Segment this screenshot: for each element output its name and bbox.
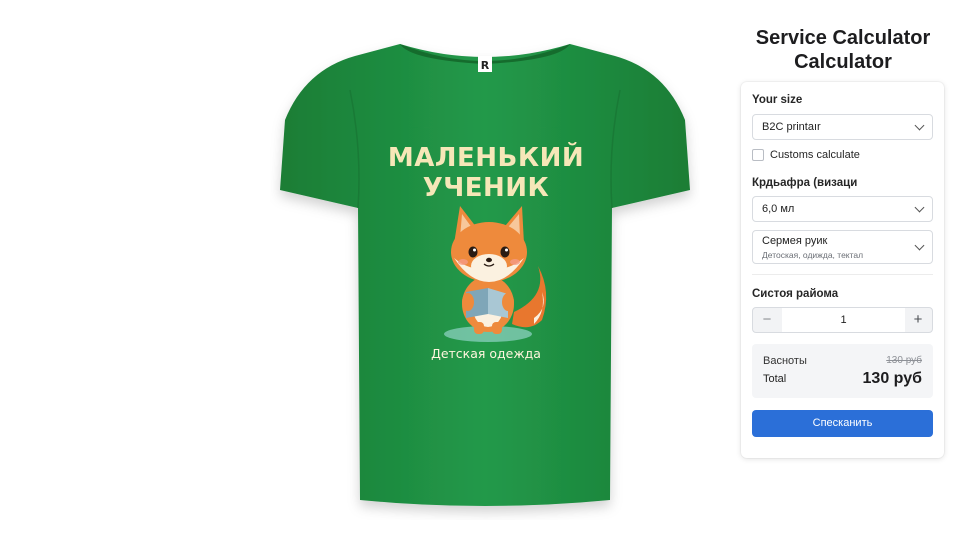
product-image-area: R МАЛЕНЬКИЙ УЧЕНИК Детская одежда	[0, 0, 730, 540]
size-select-value: B2C printaır	[762, 121, 821, 133]
customs-checkbox[interactable]	[752, 149, 764, 161]
customs-checkbox-row[interactable]: Customs calculate	[752, 148, 860, 162]
divider	[752, 274, 933, 275]
calculator-title-line1: Service Calculator	[755, 27, 931, 49]
print-title-line2: УЧЕНИК	[422, 173, 550, 203]
chevron-down-icon	[914, 120, 925, 131]
category-select-subtext: Детоская, одижда, тектал	[762, 250, 864, 260]
submit-button[interactable]: Спесканить	[752, 410, 933, 437]
quantity-stepper: − 1 +	[752, 307, 933, 333]
total-label: Total	[763, 373, 787, 385]
size-select[interactable]: B2C printaır	[752, 114, 933, 140]
size-label: Your size	[752, 94, 803, 106]
chevron-down-icon	[914, 202, 925, 213]
quantity-label: Систоя райома	[752, 288, 839, 300]
calculator-title: Service Calculator Calculator	[742, 26, 944, 74]
category-select-value: Сермея руик	[762, 235, 828, 247]
subtotal-label: Васноты	[763, 355, 807, 367]
print-caption: Детская одежда	[431, 346, 541, 361]
svg-text:R: R	[481, 59, 490, 72]
print-title-line1: МАЛЕНЬКИЙ	[387, 143, 585, 173]
total-price: 130 руб	[862, 370, 922, 387]
increment-button[interactable]: +	[904, 308, 932, 332]
customs-checkbox-label: Customs calculate	[770, 149, 860, 161]
calculator-title-line2: Calculator	[794, 51, 892, 73]
option-select[interactable]: 6,0 мл	[752, 196, 933, 222]
chevron-down-icon	[914, 240, 925, 251]
print-title: МАЛЕНЬКИЙ УЧЕНИК	[380, 143, 592, 203]
fox-illustration	[444, 206, 547, 342]
option-label: Крдьафра (визаци	[752, 177, 858, 189]
decrement-button[interactable]: −	[753, 308, 781, 332]
option-select-value: 6,0 мл	[762, 203, 795, 215]
category-select[interactable]: Сермея руик Детоская, одижда, тектал	[752, 230, 933, 264]
quantity-input[interactable]: 1	[782, 308, 905, 332]
subtotal-old-price: 130 руб	[886, 355, 922, 366]
calculator-card: Your size B2C printaır Customs calculate…	[741, 82, 944, 458]
price-summary: Васноты 130 руб Total 130 руб	[752, 344, 933, 398]
